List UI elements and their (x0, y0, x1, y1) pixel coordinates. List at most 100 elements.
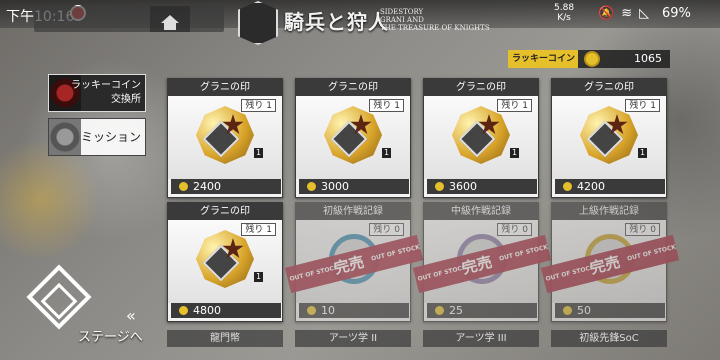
tab-mission[interactable]: ミッション (48, 118, 146, 156)
to-stage-button[interactable]: « ステージへ (0, 264, 144, 352)
soldout-text: 完売 (332, 252, 366, 278)
shop-item-card[interactable]: グラニの印 1 残り 1 3600 (423, 78, 539, 198)
shop-item-card[interactable]: グラニの印 1 残り 1 4200 (551, 78, 667, 198)
coin-icon (307, 182, 316, 191)
grani-seal-icon (324, 106, 382, 164)
item-quantity: 1 (254, 148, 264, 158)
tab-coin-exchange[interactable]: ラッキーコイン 交換所 (48, 74, 146, 112)
price-bar: 4800 (171, 303, 281, 318)
home-icon (161, 15, 179, 30)
coin-icon (179, 182, 188, 191)
silent-icon: 🔕 (598, 6, 615, 21)
tab-label-line: ラッキーコイン (71, 80, 141, 91)
shop-item-card[interactable]: グラニの印 1 残り 1 3000 (295, 78, 411, 198)
coin-icon (584, 51, 600, 67)
out-of-stock-text: OUT OF STOCK (626, 243, 677, 263)
item-price: 3000 (321, 180, 349, 193)
shop-item-card[interactable]: グラニの印 1 残り 1 2400 (167, 78, 283, 198)
shop-item-card-partial[interactable]: 龍門幣 (167, 330, 283, 347)
item-quantity: 1 (510, 148, 520, 158)
shop-item-card-partial[interactable]: アーツ学 III (423, 330, 539, 347)
grani-seal-icon (452, 106, 510, 164)
item-name: 初級作戦記録 (296, 203, 410, 220)
item-quantity: 1 (382, 148, 392, 158)
remaining-count: 残り 1 (369, 99, 404, 112)
price-bar: 25 (427, 303, 537, 318)
item-price: 3600 (449, 180, 477, 193)
currency-value: 1065 (634, 52, 662, 65)
item-name: グラニの印 (296, 79, 410, 96)
item-name: グラニの印 (168, 203, 282, 220)
remaining-count: 残り 1 (497, 99, 532, 112)
price-bar: 50 (555, 303, 665, 318)
event-title: 騎兵と狩人 SIDESTORY GRANI AND THE TREASURE O… (236, 0, 516, 46)
out-of-stock-text: OUT OF STOCK (498, 243, 549, 263)
battery-level: 69% (662, 6, 691, 21)
subtitle-line: SIDESTORY (380, 8, 424, 16)
price-bar: 3000 (299, 179, 409, 194)
item-price: 25 (449, 304, 463, 317)
item-name: 上級作戦記録 (552, 203, 666, 220)
coin-icon (435, 306, 444, 315)
tab-label-line: 交換所 (111, 94, 141, 105)
status-icons: 🔕 ≋ ◺ (598, 6, 649, 21)
tab-label: ラッキーコイン 交換所 (71, 79, 141, 107)
chevron-double-left-icon: « (126, 306, 136, 325)
out-of-stock-text: OUT OF STOCK (544, 263, 596, 283)
tab-emblem-icon (49, 119, 81, 155)
shop-item-card-soldout[interactable]: 初級作戦記録 残り 0 OUT OF STOCK 完売 OUT OF STOCK… (284, 202, 424, 322)
item-price: 10 (321, 304, 335, 317)
wifi-icon: ≋ (621, 6, 633, 21)
remaining-count: 残り 0 (369, 223, 404, 236)
home-button[interactable] (150, 6, 190, 32)
coin-icon (435, 182, 444, 191)
shop-item-card-soldout[interactable]: 上級作戦記録 残り 0 OUT OF STOCK 完売 OUT OF STOCK… (540, 202, 680, 322)
item-name: グラニの印 (424, 79, 538, 96)
grani-seal-icon (580, 106, 638, 164)
shop-item-card[interactable]: グラニの印 1 残り 1 4800 (167, 202, 283, 322)
coin-icon (563, 182, 572, 191)
remaining-count: 残り 1 (241, 223, 276, 236)
item-quantity: 1 (638, 148, 648, 158)
to-stage-label: ステージへ (78, 330, 143, 345)
item-price: 2400 (193, 180, 221, 193)
shop-item-card-partial[interactable]: アーツ学 II (295, 330, 411, 347)
subtitle-line: GRANI AND (380, 16, 424, 24)
currency-display: ラッキーコイン 1065 (508, 50, 670, 68)
soldout-text: 完売 (588, 252, 622, 278)
network-speed-unit: K/s (557, 13, 571, 23)
out-of-stock-text: OUT OF STOCK (416, 263, 468, 283)
item-name: 中級作戦記録 (424, 203, 538, 220)
coin-icon (307, 306, 316, 315)
grani-seal-icon (196, 106, 254, 164)
shop-item-card-soldout[interactable]: 中級作戦記録 残り 0 OUT OF STOCK 完売 OUT OF STOCK… (412, 202, 552, 322)
back-nav-bar[interactable] (34, 6, 224, 32)
price-bar: 2400 (171, 179, 281, 194)
remaining-count: 残り 1 (625, 99, 660, 112)
item-price: 4800 (193, 304, 221, 317)
price-bar: 10 (299, 303, 409, 318)
remaining-count: 残り 0 (625, 223, 660, 236)
grani-seal-icon (196, 230, 254, 288)
event-subtitle: SIDESTORY GRANI AND THE TREASURE OF KNIG… (380, 8, 490, 32)
item-price: 4200 (577, 180, 605, 193)
signal-icon: ◺ (639, 6, 650, 21)
out-of-stock-text: OUT OF STOCK (288, 263, 340, 283)
event-emblem-icon (238, 1, 278, 45)
remaining-count: 残り 0 (497, 223, 532, 236)
event-title-text: 騎兵と狩人 (284, 10, 389, 34)
price-bar: 3600 (427, 179, 537, 194)
remaining-count: 残り 1 (241, 99, 276, 112)
network-speed: 5.88 K/s (554, 3, 574, 23)
stage-emblem-icon (26, 264, 92, 330)
item-name: グラニの印 (168, 79, 282, 96)
price-bar: 4200 (555, 179, 665, 194)
item-price: 50 (577, 304, 591, 317)
currency-label: ラッキーコイン (508, 50, 578, 68)
item-name: グラニの印 (552, 79, 666, 96)
shop-item-card-partial[interactable]: 初級先鋒SoC (551, 330, 667, 347)
coin-icon (179, 306, 188, 315)
coin-icon (563, 306, 572, 315)
subtitle-line: THE TREASURE OF KNIGHTS (380, 24, 490, 32)
out-of-stock-text: OUT OF STOCK (370, 243, 421, 263)
